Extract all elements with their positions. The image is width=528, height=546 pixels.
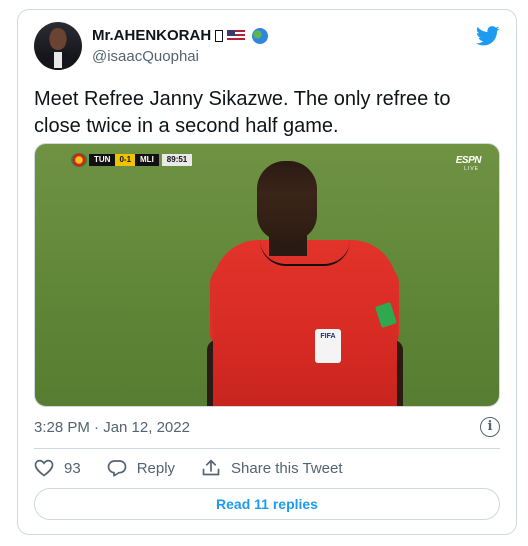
tweet-timestamp[interactable]: 3:28 PM · Jan 12, 2022 bbox=[34, 419, 190, 436]
author-handle[interactable]: @isaacQuophai bbox=[92, 48, 268, 65]
share-button[interactable]: Share this Tweet bbox=[201, 459, 343, 477]
author-avatar[interactable] bbox=[34, 22, 82, 70]
tweet-header: Mr.AHENKORAH @isaacQuophai bbox=[34, 22, 500, 74]
reply-button[interactable]: Reply bbox=[107, 459, 175, 477]
tweet-actions: 93 Reply Share this Tweet bbox=[34, 459, 369, 477]
tweet-media-image[interactable]: TUN 0-1 MLI 89:51 ESPN LIVE FIFA bbox=[34, 143, 500, 407]
scorebug-home: TUN bbox=[89, 154, 116, 166]
referee-head bbox=[257, 161, 317, 241]
like-button[interactable]: 93 bbox=[34, 459, 81, 477]
missing-glyph-icon bbox=[215, 29, 224, 42]
scorebug-clock: 89:51 bbox=[161, 154, 193, 166]
like-count: 93 bbox=[64, 459, 81, 477]
author-display-name[interactable]: Mr.AHENKORAH bbox=[92, 27, 269, 44]
reply-label: Reply bbox=[136, 459, 176, 477]
broadcaster-sub: LIVE bbox=[464, 166, 479, 172]
tweet-text: Meet Refree Janny Sikazwe. The only refr… bbox=[34, 88, 451, 137]
share-icon bbox=[202, 459, 220, 476]
reply-bubble-icon bbox=[107, 460, 127, 477]
author-name-block[interactable]: Mr.AHENKORAH @isaacQuophai bbox=[92, 27, 269, 65]
avatar-shirt bbox=[54, 52, 62, 68]
globe-icon bbox=[252, 27, 269, 44]
avatar-face bbox=[50, 28, 66, 50]
scorebug-score: 0-1 bbox=[115, 154, 136, 166]
scorebug: TUN 0-1 MLI 89:51 bbox=[71, 153, 193, 167]
afcon-logo-icon bbox=[71, 153, 87, 167]
tweet-card: Mr.AHENKORAH @isaacQuophai Meet Refree J… bbox=[17, 9, 517, 535]
divider bbox=[34, 448, 500, 449]
broadcaster-logo: ESPN bbox=[455, 155, 482, 166]
author-display-name-text: Mr.AHENKORAH bbox=[92, 27, 212, 44]
heart-icon bbox=[34, 459, 54, 477]
twitter-logo-icon[interactable] bbox=[476, 26, 500, 46]
referee-collar bbox=[260, 240, 350, 266]
info-icon[interactable]: i bbox=[480, 417, 500, 437]
fifa-badge: FIFA bbox=[315, 329, 341, 363]
share-label: Share this Tweet bbox=[231, 459, 343, 477]
read-replies-button[interactable]: Read 11 replies bbox=[34, 488, 500, 520]
scorebug-away: MLI bbox=[135, 154, 159, 166]
us-flag-icon bbox=[227, 29, 246, 42]
